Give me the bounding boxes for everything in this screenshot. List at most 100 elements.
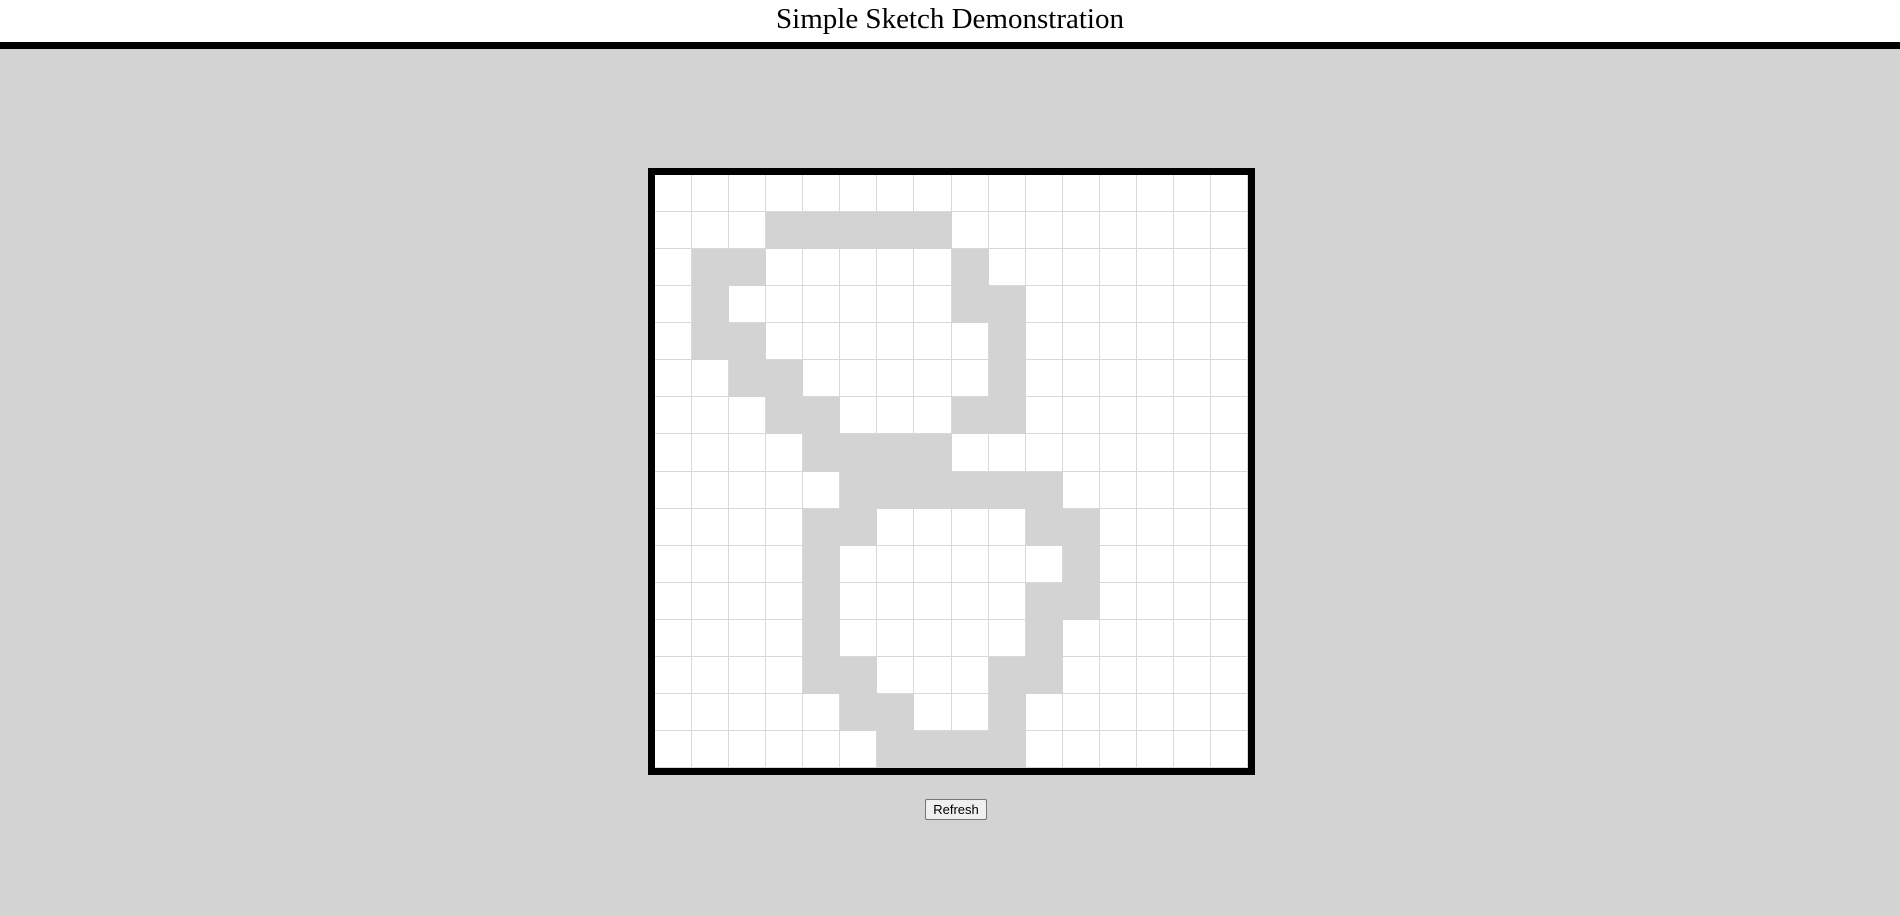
grid-cell[interactable] xyxy=(729,656,767,694)
grid-cell[interactable] xyxy=(914,286,952,324)
grid-cell[interactable] xyxy=(914,175,952,213)
grid-cell[interactable] xyxy=(803,508,841,546)
grid-cell[interactable] xyxy=(1062,286,1100,324)
grid-cell[interactable] xyxy=(803,545,841,583)
grid-cell[interactable] xyxy=(951,397,989,435)
grid-cell[interactable] xyxy=(766,360,804,398)
grid-cell[interactable] xyxy=(1062,545,1100,583)
grid-cell[interactable] xyxy=(1099,360,1137,398)
grid-cell[interactable] xyxy=(840,619,878,657)
grid-cell[interactable] xyxy=(655,249,693,287)
grid-cell[interactable] xyxy=(1210,545,1248,583)
grid-cell[interactable] xyxy=(1062,693,1100,731)
grid-cell[interactable] xyxy=(1173,730,1211,768)
grid-cell[interactable] xyxy=(951,360,989,398)
grid-cell[interactable] xyxy=(840,286,878,324)
grid-cell[interactable] xyxy=(655,582,693,620)
grid-cell[interactable] xyxy=(729,249,767,287)
grid-cell[interactable] xyxy=(1210,323,1248,361)
grid-cell[interactable] xyxy=(1025,471,1063,509)
grid-cell[interactable] xyxy=(1210,582,1248,620)
grid-cell[interactable] xyxy=(729,582,767,620)
grid-cell[interactable] xyxy=(1062,471,1100,509)
grid-cell[interactable] xyxy=(1173,582,1211,620)
grid-cell[interactable] xyxy=(692,582,730,620)
grid-cell[interactable] xyxy=(877,323,915,361)
grid-cell[interactable] xyxy=(766,434,804,472)
grid-cell[interactable] xyxy=(1025,582,1063,620)
grid-cell[interactable] xyxy=(1099,619,1137,657)
grid-cell[interactable] xyxy=(1025,249,1063,287)
grid-cell[interactable] xyxy=(729,693,767,731)
grid-cell[interactable] xyxy=(1173,286,1211,324)
grid-cell[interactable] xyxy=(951,471,989,509)
grid-cell[interactable] xyxy=(988,582,1026,620)
grid-cell[interactable] xyxy=(692,323,730,361)
grid-cell[interactable] xyxy=(766,693,804,731)
grid-cell[interactable] xyxy=(655,471,693,509)
grid-cell[interactable] xyxy=(1099,656,1137,694)
grid-cell[interactable] xyxy=(1173,360,1211,398)
grid-cell[interactable] xyxy=(1062,434,1100,472)
grid-cell[interactable] xyxy=(914,508,952,546)
grid-cell[interactable] xyxy=(988,360,1026,398)
grid-cell[interactable] xyxy=(951,582,989,620)
sketch-grid[interactable] xyxy=(655,175,1248,768)
grid-cell[interactable] xyxy=(692,656,730,694)
grid-cell[interactable] xyxy=(840,360,878,398)
grid-cell[interactable] xyxy=(1210,619,1248,657)
grid-cell[interactable] xyxy=(1173,434,1211,472)
grid-cell[interactable] xyxy=(1173,212,1211,250)
grid-cell[interactable] xyxy=(766,212,804,250)
grid-cell[interactable] xyxy=(988,286,1026,324)
grid-cell[interactable] xyxy=(840,508,878,546)
grid-cell[interactable] xyxy=(951,545,989,583)
grid-cell[interactable] xyxy=(1025,397,1063,435)
grid-cell[interactable] xyxy=(1099,175,1137,213)
grid-cell[interactable] xyxy=(877,693,915,731)
grid-cell[interactable] xyxy=(914,693,952,731)
grid-cell[interactable] xyxy=(840,323,878,361)
grid-cell[interactable] xyxy=(1173,508,1211,546)
grid-cell[interactable] xyxy=(1210,656,1248,694)
grid-cell[interactable] xyxy=(988,619,1026,657)
grid-cell[interactable] xyxy=(840,175,878,213)
grid-cell[interactable] xyxy=(1173,175,1211,213)
grid-cell[interactable] xyxy=(1173,249,1211,287)
grid-cell[interactable] xyxy=(1025,619,1063,657)
grid-cell[interactable] xyxy=(1099,582,1137,620)
grid-cell[interactable] xyxy=(766,175,804,213)
grid-cell[interactable] xyxy=(988,656,1026,694)
grid-cell[interactable] xyxy=(1099,730,1137,768)
grid-cell[interactable] xyxy=(914,397,952,435)
grid-cell[interactable] xyxy=(1136,619,1174,657)
grid-cell[interactable] xyxy=(988,471,1026,509)
grid-cell[interactable] xyxy=(803,360,841,398)
grid-cell[interactable] xyxy=(1062,323,1100,361)
grid-cell[interactable] xyxy=(1062,582,1100,620)
grid-cell[interactable] xyxy=(766,730,804,768)
grid-cell[interactable] xyxy=(803,175,841,213)
grid-cell[interactable] xyxy=(914,434,952,472)
grid-cell[interactable] xyxy=(914,323,952,361)
grid-cell[interactable] xyxy=(729,730,767,768)
grid-cell[interactable] xyxy=(1210,434,1248,472)
grid-cell[interactable] xyxy=(988,508,1026,546)
grid-cell[interactable] xyxy=(803,323,841,361)
grid-cell[interactable] xyxy=(951,693,989,731)
grid-cell[interactable] xyxy=(729,471,767,509)
grid-cell[interactable] xyxy=(692,545,730,583)
grid-cell[interactable] xyxy=(877,175,915,213)
grid-cell[interactable] xyxy=(840,656,878,694)
grid-cell[interactable] xyxy=(803,397,841,435)
grid-cell[interactable] xyxy=(1136,175,1174,213)
grid-cell[interactable] xyxy=(951,619,989,657)
grid-cell[interactable] xyxy=(692,434,730,472)
grid-cell[interactable] xyxy=(1025,693,1063,731)
grid-cell[interactable] xyxy=(803,212,841,250)
grid-cell[interactable] xyxy=(1025,360,1063,398)
grid-cell[interactable] xyxy=(655,397,693,435)
grid-cell[interactable] xyxy=(951,656,989,694)
grid-cell[interactable] xyxy=(1210,693,1248,731)
grid-cell[interactable] xyxy=(840,545,878,583)
